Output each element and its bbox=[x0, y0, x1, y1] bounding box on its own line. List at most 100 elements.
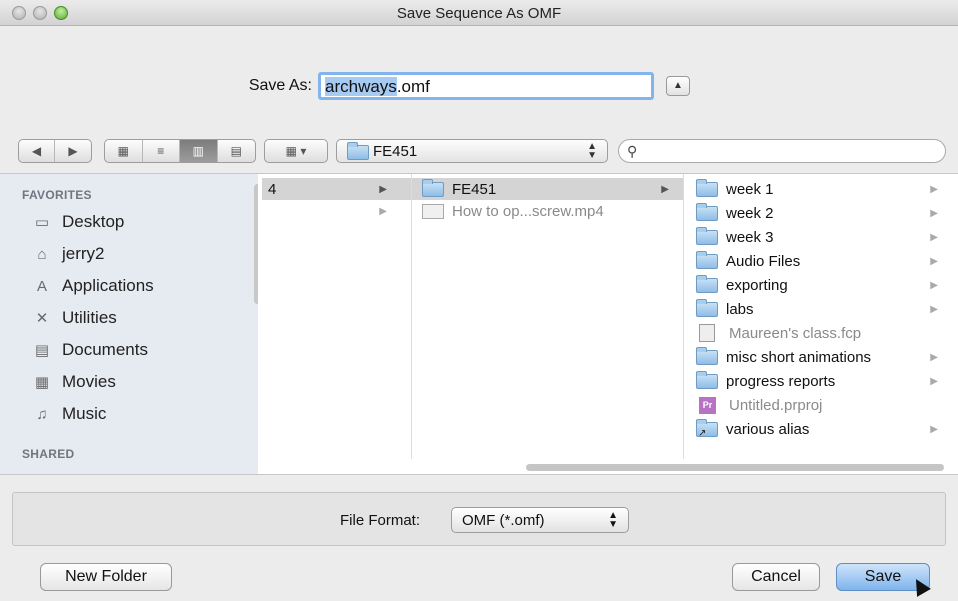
item-label: How to op...screw.mp4 bbox=[452, 202, 604, 220]
sidebar-item-label: Documents bbox=[62, 340, 148, 359]
chevron-right-icon: ▶ bbox=[661, 183, 669, 195]
list-item[interactable]: Audio Files ▶ bbox=[684, 250, 952, 272]
icon-view-icon: ▦ bbox=[117, 144, 129, 158]
file-browser: FAVORITES ▭ Desktop ⌂ jerry2 A Applications… bbox=[0, 173, 958, 475]
list-item[interactable]: Maureen's class.fcp bbox=[684, 322, 952, 344]
sidebar-item-music[interactable]: ♫ Music bbox=[30, 402, 106, 426]
item-label: Untitled.prproj bbox=[729, 396, 823, 414]
search-field[interactable]: ⚲ bbox=[618, 139, 946, 163]
column-view-button[interactable]: ▥ bbox=[180, 140, 218, 162]
coverflow-view-icon: ▤ bbox=[230, 144, 242, 158]
list-item[interactable]: exporting ▶ bbox=[684, 274, 952, 296]
list-item[interactable]: Pr Untitled.prproj bbox=[684, 394, 952, 416]
sidebar: FAVORITES ▭ Desktop ⌂ jerry2 A Applications… bbox=[0, 174, 258, 474]
folder-icon bbox=[696, 250, 718, 269]
list-view-button[interactable]: ≡ bbox=[143, 140, 180, 162]
back-arrow-icon: ◀ bbox=[31, 144, 42, 158]
collapse-dialog-button[interactable]: ▲ bbox=[666, 76, 690, 96]
list-item[interactable]: misc short animations ▶ bbox=[684, 346, 952, 368]
coverflow-view-button[interactable]: ▤ bbox=[218, 140, 255, 162]
folder-icon bbox=[347, 142, 369, 160]
sidebar-item-desktop[interactable]: ▭ Desktop bbox=[30, 210, 124, 234]
chevron-right-icon: ▶ bbox=[930, 375, 938, 387]
browser-column-3: week 1 ▶ week 2 ▶ week 3 ▶ Audio Files ▶ exp… bbox=[684, 174, 952, 459]
chevron-right-icon: ▶ bbox=[379, 183, 387, 195]
list-item[interactable]: various alias ▶ bbox=[684, 418, 952, 440]
browser-column-1: 4 ▶ ▶ bbox=[262, 174, 412, 459]
column-view-icon: ▥ bbox=[192, 144, 204, 158]
home-icon: ⌂ bbox=[37, 245, 47, 263]
file-format-popup[interactable]: OMF (*.omf) ▲ ▼ bbox=[451, 507, 629, 533]
shared-header: SHARED bbox=[22, 447, 75, 461]
save-dialog: Save Sequence As OMF Save As: archways.o… bbox=[0, 0, 958, 601]
item-label: progress reports bbox=[726, 372, 836, 390]
chevron-right-icon: ▶ bbox=[930, 183, 938, 195]
popup-arrows-icon: ▲ ▼ bbox=[608, 510, 618, 530]
list-item: ▶ bbox=[262, 200, 411, 222]
horizontal-scrollbar[interactable] bbox=[526, 464, 944, 471]
sidebar-item-label: Applications bbox=[62, 276, 154, 295]
location-label: FE451 bbox=[373, 143, 418, 160]
cancel-button[interactable]: Cancel bbox=[732, 563, 820, 591]
sidebar-scrollbar[interactable] bbox=[254, 184, 258, 304]
back-forward-control: ◀ ▶ bbox=[18, 139, 92, 163]
folder-icon bbox=[696, 370, 718, 389]
location-popup[interactable]: FE451 ▲ ▼ bbox=[336, 139, 608, 163]
icon-view-button[interactable]: ▦ bbox=[105, 140, 143, 162]
forward-button[interactable]: ▶ bbox=[55, 140, 91, 162]
folder-icon bbox=[696, 202, 718, 221]
view-mode-control: ▦ ≡ ▥ ▤ bbox=[104, 139, 256, 163]
browser-column-2: FE451 ▶ How to op...screw.mp4 bbox=[412, 174, 684, 459]
filename-input[interactable]: archways.omf bbox=[318, 72, 654, 100]
folder-icon bbox=[696, 226, 718, 245]
new-folder-button[interactable]: New Folder bbox=[40, 563, 172, 591]
arrange-icon: ▦ ▾ bbox=[285, 144, 307, 158]
sidebar-item-home[interactable]: ⌂ jerry2 bbox=[30, 242, 105, 266]
chevron-right-icon: ▶ bbox=[930, 351, 938, 363]
item-label: week 1 bbox=[726, 180, 774, 198]
item-label: week 2 bbox=[726, 204, 774, 222]
folder-icon bbox=[696, 298, 718, 317]
movies-icon: ▦ bbox=[34, 374, 50, 391]
sidebar-item-label: jerry2 bbox=[62, 244, 105, 263]
list-item[interactable]: 4 ▶ bbox=[262, 178, 411, 200]
favorites-header: FAVORITES bbox=[22, 188, 92, 202]
item-label: Maureen's class.fcp bbox=[729, 324, 862, 342]
item-label: labs bbox=[726, 300, 754, 318]
sidebar-item-label: Movies bbox=[62, 372, 116, 391]
chevron-right-icon: ▶ bbox=[930, 423, 938, 435]
list-item[interactable]: week 2 ▶ bbox=[684, 202, 952, 224]
save-as-label: Save As: bbox=[248, 77, 312, 94]
sidebar-item-documents[interactable]: ▤ Documents bbox=[30, 338, 148, 362]
folder-icon bbox=[696, 346, 718, 365]
sidebar-item-utilities[interactable]: ✕ Utilities bbox=[30, 306, 117, 330]
item-label: week 3 bbox=[726, 228, 774, 246]
music-icon: ♫ bbox=[36, 405, 48, 423]
sidebar-item-label: Music bbox=[62, 404, 107, 423]
item-label: 4 bbox=[268, 180, 277, 198]
desktop-icon: ▭ bbox=[34, 214, 50, 231]
sidebar-item-label: Desktop bbox=[62, 212, 125, 231]
folder-icon bbox=[696, 178, 718, 197]
documents-icon: ▤ bbox=[34, 342, 50, 359]
list-item[interactable]: How to op...screw.mp4 bbox=[412, 200, 683, 222]
utilities-icon: ✕ bbox=[35, 310, 49, 327]
popup-arrows-icon: ▲ ▼ bbox=[587, 141, 597, 161]
sidebar-item-applications[interactable]: A Applications bbox=[30, 274, 154, 298]
list-item[interactable]: FE451 ▶ bbox=[412, 178, 683, 200]
filename-extension-text: .omf bbox=[396, 77, 430, 96]
back-button[interactable]: ◀ bbox=[19, 140, 56, 162]
list-view-icon: ≡ bbox=[157, 144, 165, 158]
fcp-document-icon bbox=[699, 324, 715, 342]
chevron-right-icon: ▶ bbox=[930, 303, 938, 315]
list-item[interactable]: labs ▶ bbox=[684, 298, 952, 320]
item-label: misc short animations bbox=[726, 348, 872, 366]
list-item[interactable]: week 3 ▶ bbox=[684, 226, 952, 248]
list-item[interactable]: progress reports ▶ bbox=[684, 370, 952, 392]
list-item[interactable]: week 1 ▶ bbox=[684, 178, 952, 200]
arrange-menu-button[interactable]: ▦ ▾ bbox=[264, 139, 328, 163]
item-label: exporting bbox=[726, 276, 788, 294]
chevron-right-icon: ▶ bbox=[379, 205, 387, 217]
item-label: various alias bbox=[726, 420, 810, 438]
sidebar-item-movies[interactable]: ▦ Movies bbox=[30, 370, 116, 394]
